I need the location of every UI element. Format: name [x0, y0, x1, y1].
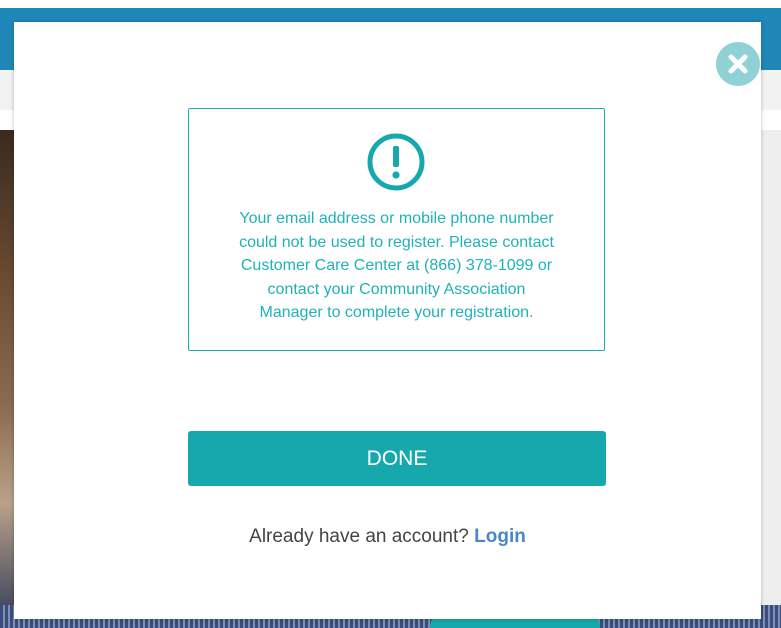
close-icon	[727, 53, 749, 75]
screen: Your email address or mobile phone numbe…	[0, 0, 781, 628]
close-button[interactable]	[716, 42, 760, 86]
login-prompt-row: Already have an account? Login	[14, 526, 761, 548]
error-message-line: Customer Care Center at (866) 378-1099 o…	[240, 257, 553, 274]
error-message-text: Your email address or mobile phone numbe…	[199, 207, 594, 325]
done-button[interactable]: DONE	[188, 431, 606, 486]
background-edge	[761, 130, 781, 628]
error-message-line: contact your Community Association	[267, 280, 526, 298]
login-prompt-text: Already have an account?	[249, 526, 469, 547]
exclamation-circle-icon	[365, 131, 427, 193]
login-link[interactable]: Login	[474, 526, 526, 547]
error-message-line: Manager to complete your registration.	[259, 304, 534, 321]
registration-error-modal: Your email address or mobile phone numbe…	[14, 22, 761, 619]
error-message-box: Your email address or mobile phone numbe…	[188, 108, 605, 351]
error-message-line: Your email address or mobile phone numbe…	[239, 210, 554, 227]
error-message-line: could not be used to register. Please co…	[239, 233, 554, 251]
